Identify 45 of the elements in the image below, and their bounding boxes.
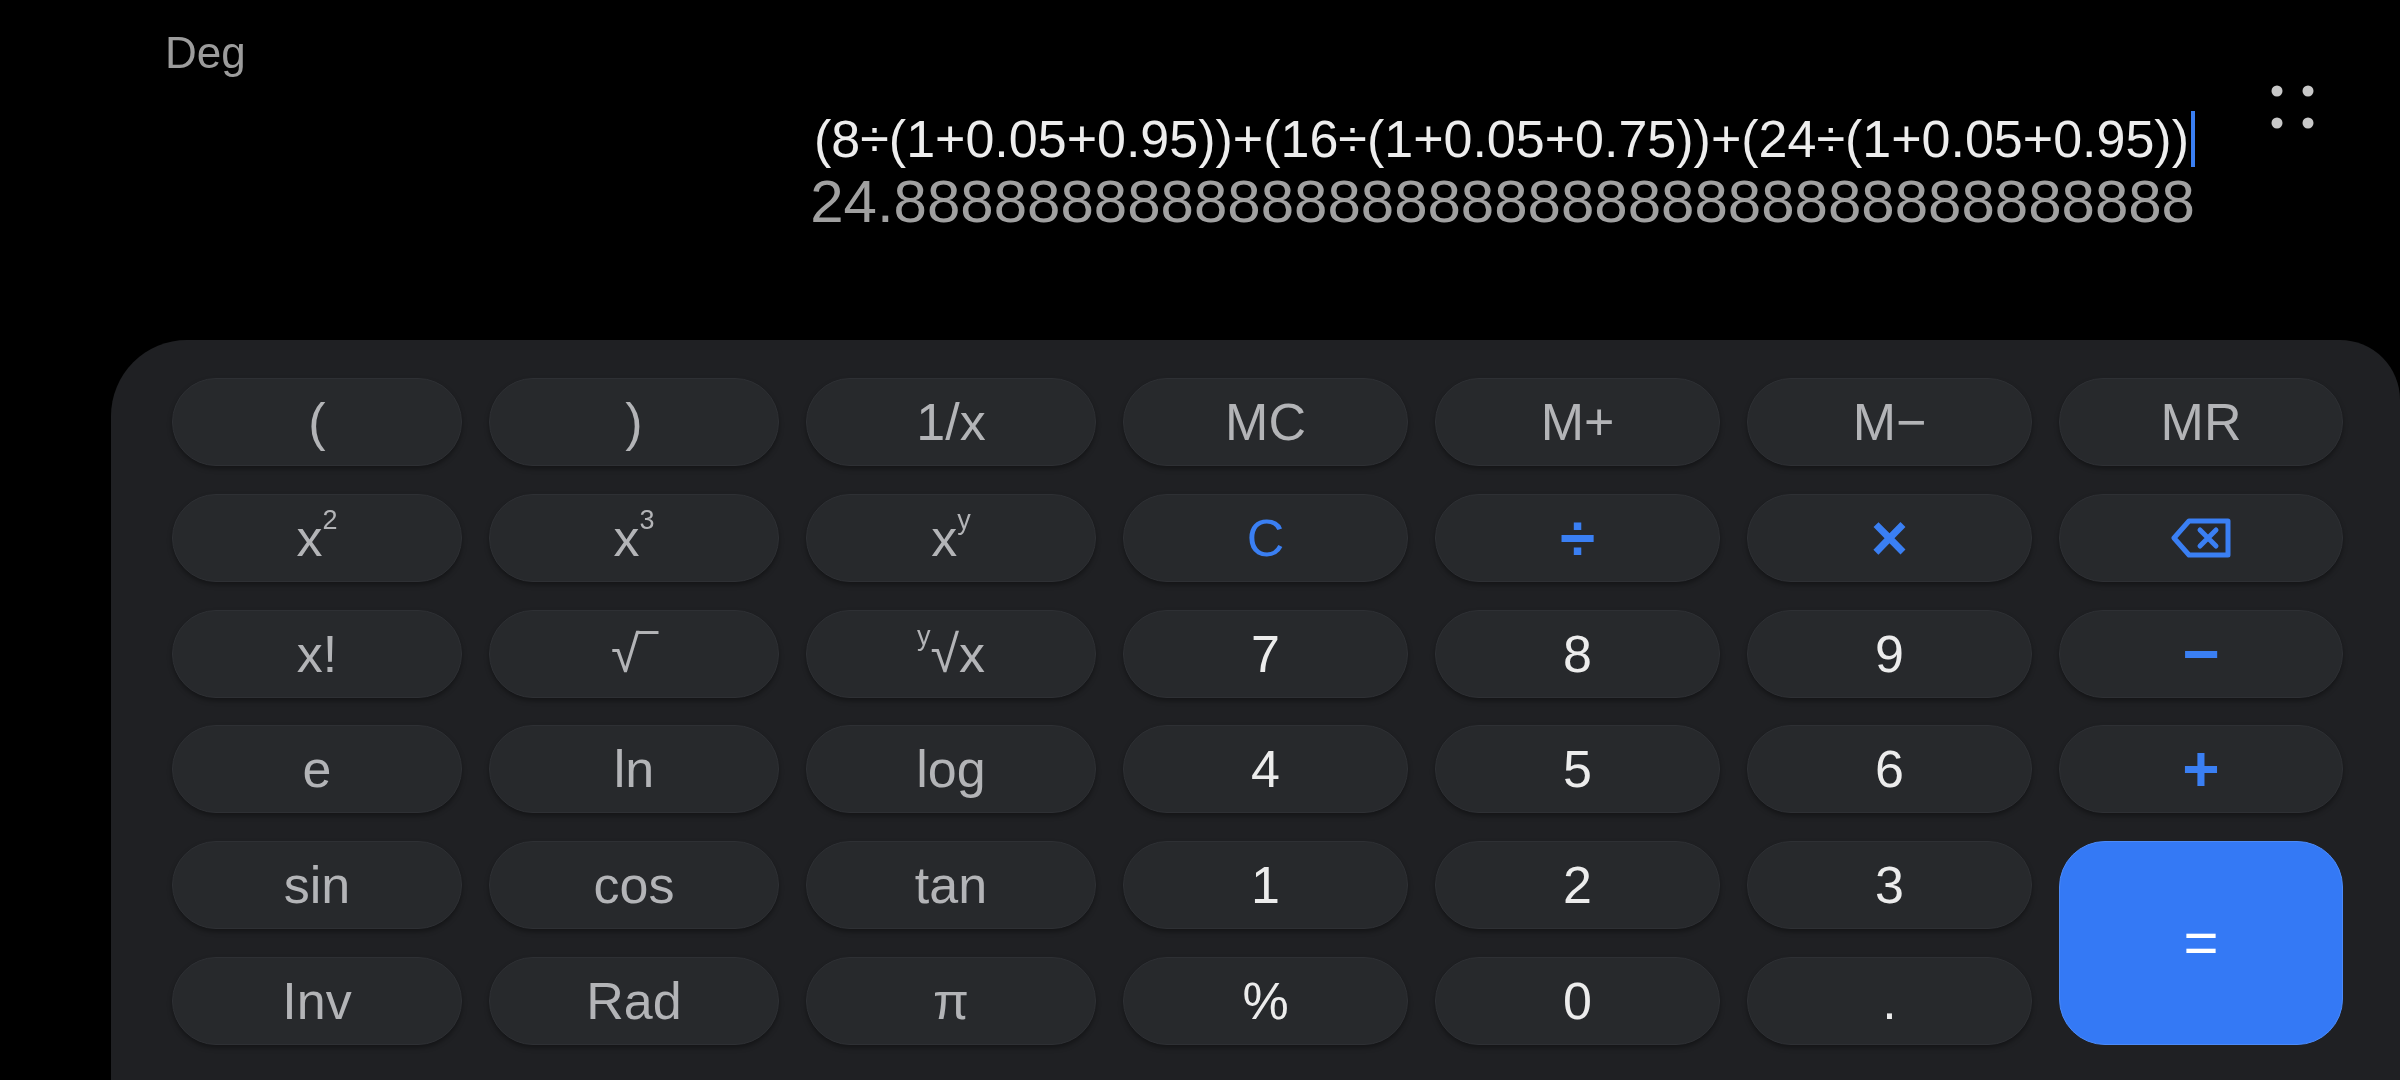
calculator-key[interactable]: 0 (1435, 956, 1720, 1045)
calculator-key[interactable]: √‾ (489, 609, 779, 698)
equals-key[interactable]: = (2059, 841, 2343, 1045)
calculator-key[interactable]: M− (1747, 378, 2032, 466)
calculator-key[interactable]: tan (806, 841, 1096, 929)
calculator-key[interactable]: sin (172, 841, 462, 929)
calculator-key[interactable]: 1/x (806, 378, 1096, 466)
calculator-key[interactable]: x$^{2}$ (172, 493, 462, 582)
calculator-key[interactable]: MC (1123, 378, 1408, 466)
calculator-key[interactable]: 6 (1747, 725, 2032, 814)
calculator-key[interactable]: e (172, 725, 462, 814)
calculator-key[interactable]: × (1747, 493, 2032, 582)
backspace-icon (2171, 517, 2231, 558)
calculator-key[interactable]: 7 (1123, 609, 1408, 698)
calculator-key[interactable]: 8 (1435, 609, 1720, 698)
calculator-key[interactable]: Inv (172, 956, 462, 1045)
calculator-key[interactable]: 3 (1747, 841, 2032, 929)
calculator-key[interactable]: 9 (1747, 609, 2032, 698)
calculator-key[interactable]: 1 (1123, 841, 1408, 929)
calculator-key[interactable]: ÷ (1435, 493, 1720, 582)
calculator-key[interactable]: x$^{3}$ (489, 493, 779, 582)
calculator-key[interactable]: x$^{y}$ (806, 493, 1096, 582)
calculator-key[interactable]: $^{y}$√x (806, 609, 1096, 698)
calculator-key[interactable]: + (2059, 725, 2343, 814)
calculator-key[interactable]: ) (489, 378, 779, 466)
calculator-key[interactable]: 5 (1435, 725, 1720, 814)
calculator-key[interactable]: ( (172, 378, 462, 466)
calculator-key[interactable]: % (1123, 956, 1408, 1045)
four-dots-icon[interactable] (2271, 85, 2315, 129)
calculator-key[interactable]: C (1123, 493, 1408, 582)
calculator-key[interactable]: 4 (1123, 725, 1408, 814)
calculator-key[interactable]: ln (489, 725, 779, 814)
calculator-key[interactable]: π (806, 956, 1096, 1045)
expression-text: (8÷(1+0.05+0.95))+(16÷(1+0.05+0.75))+(24÷(1+0.05+0.95)) (814, 109, 2189, 170)
calculator-key[interactable]: 2 (1435, 841, 1720, 929)
calculator-key[interactable]: Rad (489, 956, 779, 1045)
angle-unit-label: Deg (165, 28, 246, 78)
calculator-key[interactable]: MR (2059, 378, 2343, 466)
calculator-key[interactable]: log (806, 725, 1096, 814)
result-text: 24.888888888888888888888888888888888888888 (810, 170, 2195, 234)
calculator-key[interactable]: . (1747, 956, 2032, 1045)
calculator-key[interactable]: − (2059, 609, 2343, 698)
calculator-key[interactable]: x! (172, 609, 462, 698)
calculator-key[interactable]: cos (489, 841, 779, 929)
calculator-key[interactable]: M+ (1435, 378, 1720, 466)
